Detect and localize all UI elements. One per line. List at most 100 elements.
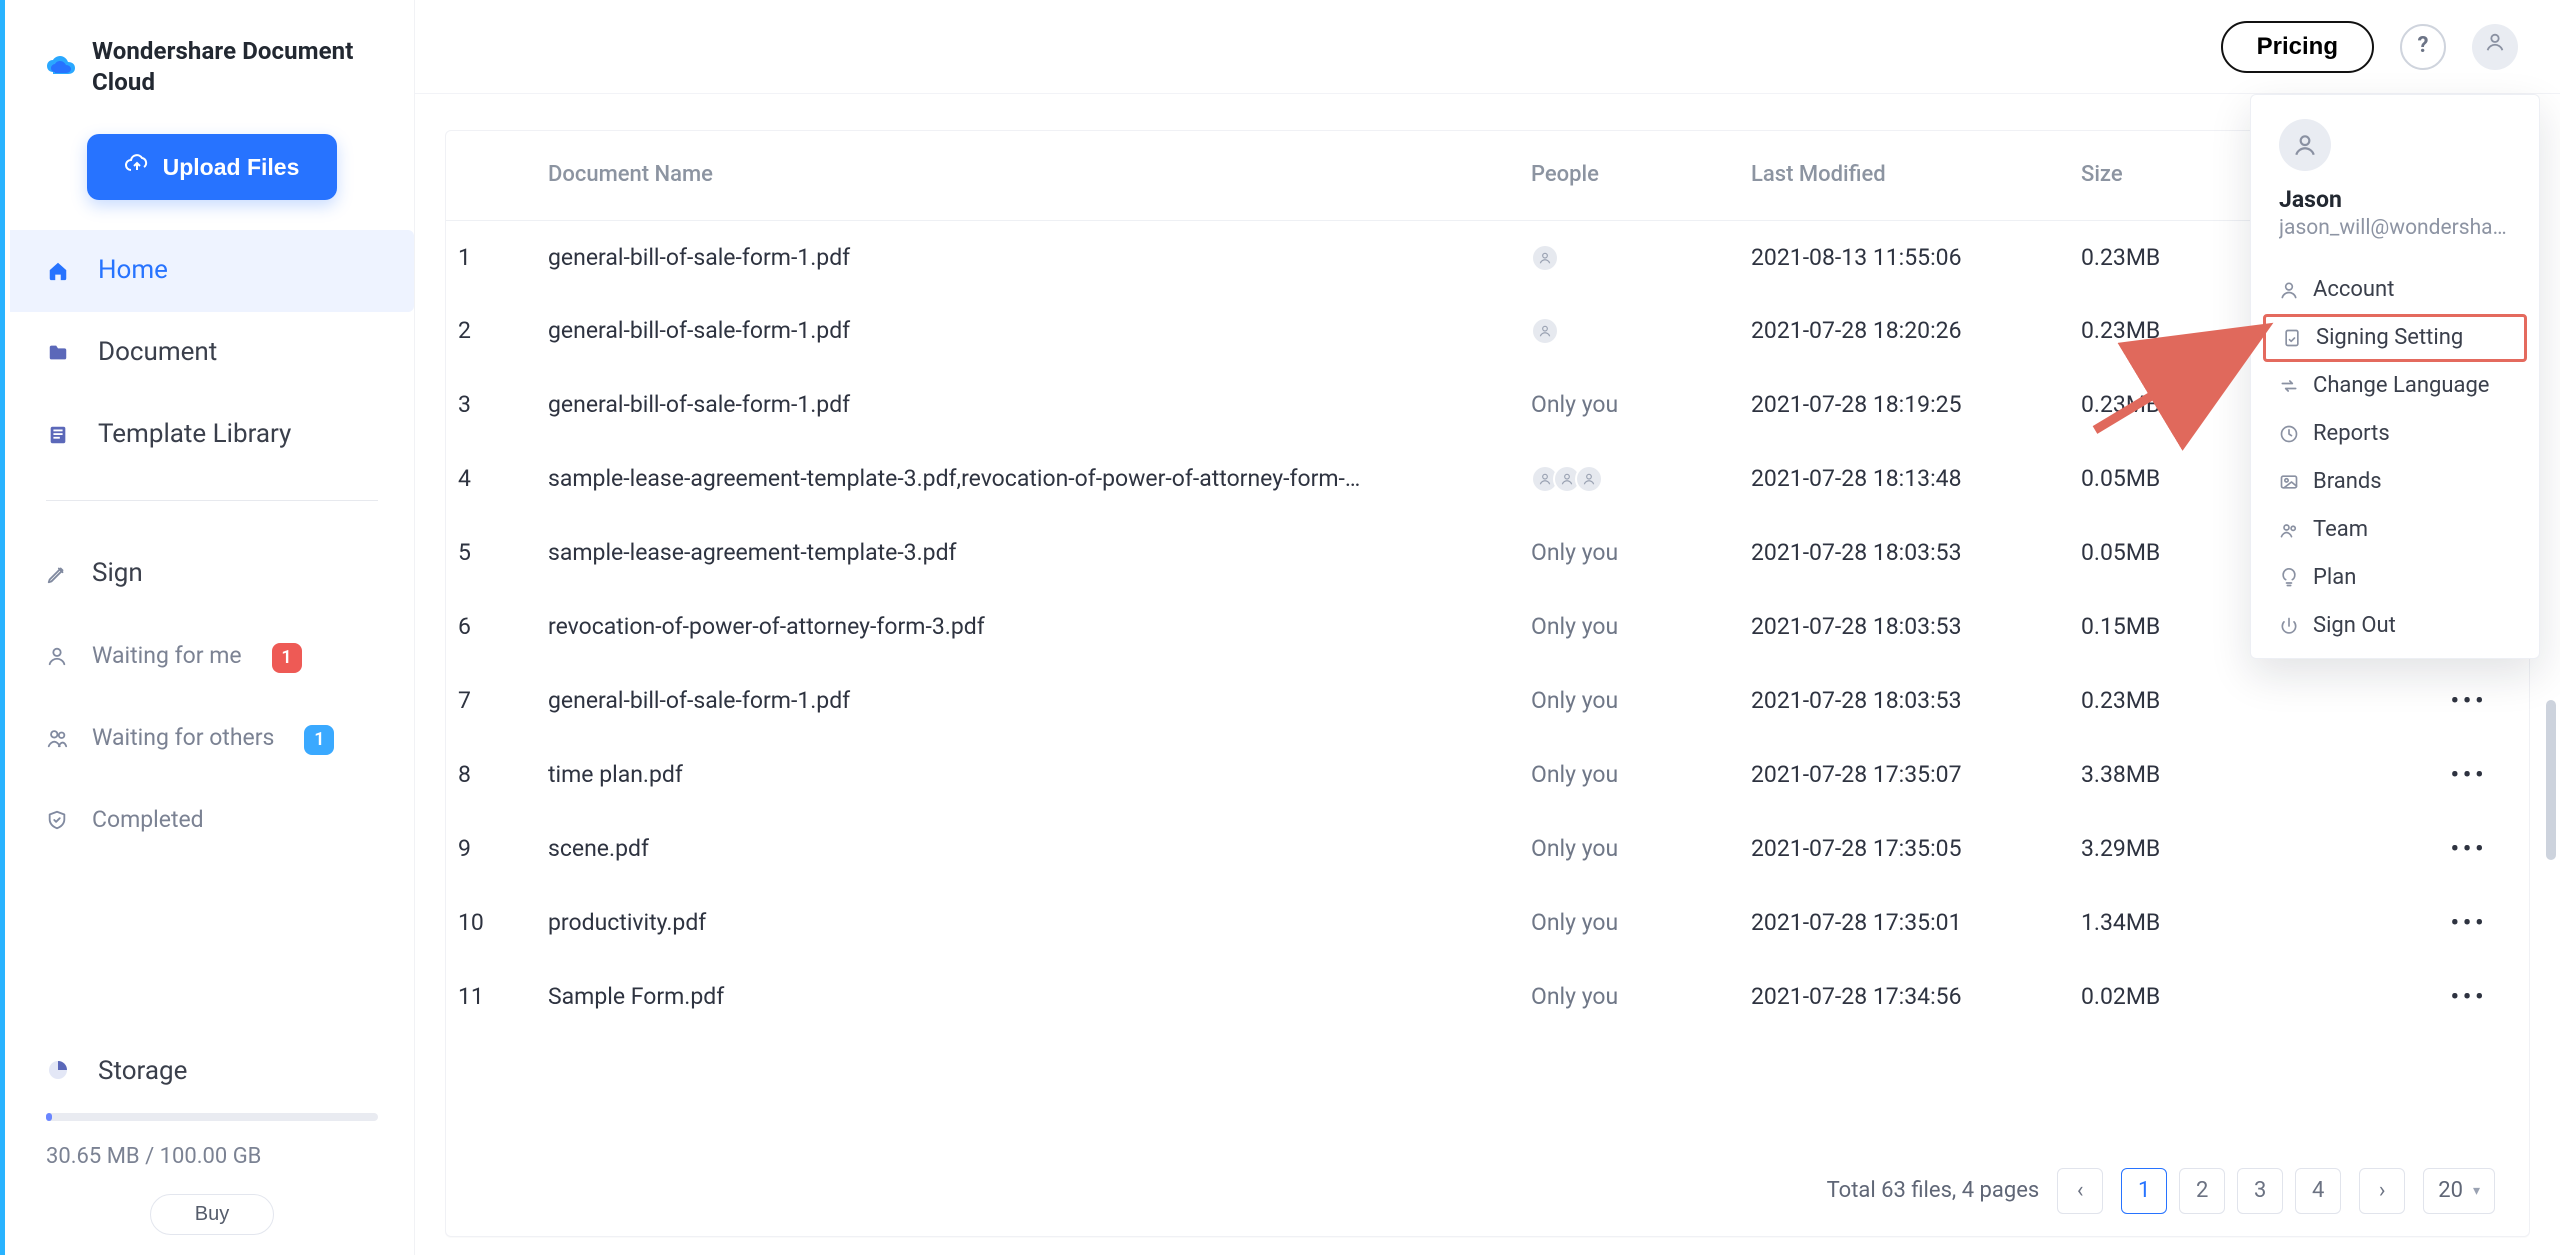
storage-progress: [46, 1113, 378, 1121]
table-row[interactable]: 6revocation-of-power-of-attorney-form-3.…: [446, 590, 2529, 664]
swap-icon: [2279, 376, 2299, 396]
cell-date: 2021-07-28 18:13:48: [1739, 442, 2069, 516]
cell-people: Only you: [1519, 886, 1739, 960]
team-icon: [2279, 520, 2299, 540]
cloud-upload-icon: [125, 152, 149, 182]
table-row[interactable]: 8time plan.pdfOnly you2021-07-28 17:35:0…: [446, 738, 2529, 812]
user-avatar-button[interactable]: [2472, 24, 2518, 70]
table-row[interactable]: 5sample-lease-agreement-template-3.pdfOn…: [446, 516, 2529, 590]
people-only-you: Only you: [1531, 835, 1618, 862]
cell-actions: •••: [2409, 738, 2529, 812]
col-name[interactable]: Document Name: [536, 131, 1519, 220]
folder-icon: [44, 339, 72, 367]
col-people[interactable]: People: [1519, 131, 1739, 220]
menu-item-sign-out[interactable]: Sign Out: [2251, 602, 2539, 650]
table-row[interactable]: 7general-bill-of-sale-form-1.pdfOnly you…: [446, 664, 2529, 738]
menu-item-account[interactable]: Account: [2251, 266, 2539, 314]
cell-date: 2021-07-28 18:03:53: [1739, 664, 2069, 738]
cell-date: 2021-07-28 18:03:53: [1739, 590, 2069, 664]
pager-size-value: 20: [2438, 1177, 2463, 1206]
row-more-button[interactable]: •••: [2451, 983, 2488, 1010]
buy-button[interactable]: Buy: [150, 1194, 274, 1235]
menu-item-change-language[interactable]: Change Language: [2251, 362, 2539, 410]
row-more-button[interactable]: •••: [2451, 687, 2488, 714]
cell-people: Only you: [1519, 664, 1739, 738]
table-row[interactable]: 9scene.pdfOnly you2021-07-28 17:35:053.2…: [446, 812, 2529, 886]
row-more-button[interactable]: •••: [2451, 835, 2488, 862]
people-avatars: [1531, 465, 1727, 493]
sec-label: Sign: [92, 557, 143, 591]
library-icon: [44, 421, 72, 449]
table-row[interactable]: 11Sample Form.pdfOnly you2021-07-28 17:3…: [446, 960, 2529, 1034]
menu-item-label: Brands: [2313, 468, 2382, 497]
pager-page-4[interactable]: 4: [2295, 1168, 2341, 1214]
help-icon: ?: [2418, 32, 2429, 61]
row-more-button[interactable]: •••: [2451, 909, 2488, 936]
pager-page-1[interactable]: 1: [2121, 1168, 2167, 1214]
cell-name: scene.pdf: [536, 812, 1519, 886]
pager-page-3[interactable]: 3: [2237, 1168, 2283, 1214]
nav-label: Document: [98, 336, 217, 370]
cell-people: [1519, 442, 1739, 516]
table-row[interactable]: 2general-bill-of-sale-form-1.pdf 2021-07-…: [446, 294, 2529, 368]
nav-divider: [46, 500, 378, 501]
nav-item-template-library[interactable]: Template Library: [10, 394, 414, 476]
sec-item-completed[interactable]: Completed: [10, 779, 414, 861]
cell-name: Sample Form.pdf: [536, 960, 1519, 1034]
table-row[interactable]: 10productivity.pdfOnly you2021-07-28 17:…: [446, 886, 2529, 960]
scrollbar-thumb[interactable]: [2546, 700, 2556, 860]
user-icon: [2484, 31, 2506, 62]
sidebar: Wondershare Document Cloud Upload Files …: [10, 0, 415, 1255]
menu-item-reports[interactable]: Reports: [2251, 410, 2539, 458]
pager-next[interactable]: ›: [2359, 1168, 2405, 1214]
pen-icon: [44, 561, 70, 587]
upload-files-button[interactable]: Upload Files: [87, 134, 338, 200]
menu-item-plan[interactable]: Plan: [2251, 554, 2539, 602]
sec-item-waiting-for-others[interactable]: Waiting for others1: [10, 697, 414, 779]
menu-item-team[interactable]: Team: [2251, 506, 2539, 554]
cell-date: 2021-07-28 17:35:07: [1739, 738, 2069, 812]
row-more-button[interactable]: •••: [2451, 761, 2488, 788]
col-index: [446, 131, 536, 220]
sec-item-sign[interactable]: Sign: [10, 533, 414, 615]
menu-item-label: Team: [2313, 516, 2368, 545]
people-avatars: [1531, 244, 1727, 272]
table-row[interactable]: 1general-bill-of-sale-form-1.pdf2021-08-…: [446, 220, 2529, 294]
storage-usage-text: 30.65 MB / 100.00 GB: [46, 1143, 378, 1172]
people-only-you: Only you: [1531, 391, 1618, 418]
cell-name: general-bill-of-sale-form-1.pdf: [536, 294, 1519, 368]
help-button[interactable]: ?: [2400, 24, 2446, 70]
pager-page-2[interactable]: 2: [2179, 1168, 2225, 1214]
user-menu-list: Account Signing Setting Change LanguageRep…: [2251, 258, 2539, 650]
nav-item-home[interactable]: Home: [10, 230, 414, 312]
table-row[interactable]: 4sample-lease-agreement-template-3.pdf,r…: [446, 442, 2529, 516]
cell-index: 1: [446, 220, 536, 294]
sec-label: Waiting for me: [92, 641, 242, 671]
menu-item-label: Plan: [2313, 564, 2356, 593]
menu-item-brands[interactable]: Brands: [2251, 458, 2539, 506]
people-only-you: Only you: [1531, 687, 1618, 714]
menu-item-signing-setting[interactable]: Signing Setting: [2263, 314, 2527, 362]
cell-index: 2: [446, 294, 536, 368]
brand: Wondershare Document Cloud: [10, 24, 414, 126]
table-header-row: Document Name People Last Modified Size: [446, 131, 2529, 220]
person-avatar-icon: [1531, 317, 1559, 345]
cell-date: 2021-07-28 18:19:25: [1739, 368, 2069, 442]
pager-prev[interactable]: ‹: [2057, 1168, 2103, 1214]
pager-size-select[interactable]: 20 ▾: [2423, 1168, 2495, 1214]
table-row[interactable]: 3general-bill-of-sale-form-1.pdfOnly you…: [446, 368, 2529, 442]
pricing-button[interactable]: Pricing: [2221, 21, 2374, 73]
col-date[interactable]: Last Modified: [1739, 131, 2069, 220]
cell-size: 3.29MB: [2069, 812, 2409, 886]
user-menu-header: Jason jason_will@wondershare.c...: [2251, 117, 2539, 258]
cell-date: 2021-08-13 11:55:06: [1739, 220, 2069, 294]
cell-name: time plan.pdf: [536, 738, 1519, 812]
cell-date: 2021-07-28 18:20:26: [1739, 294, 2069, 368]
nav-item-document[interactable]: Document: [10, 312, 414, 394]
upload-label: Upload Files: [163, 154, 300, 181]
user-email: jason_will@wondershare.c...: [2279, 215, 2511, 242]
menu-item-label: Signing Setting: [2316, 324, 2463, 353]
sec-item-waiting-for-me[interactable]: Waiting for me1: [10, 615, 414, 697]
shield-icon: [44, 807, 70, 833]
nav-label: Template Library: [98, 418, 291, 452]
